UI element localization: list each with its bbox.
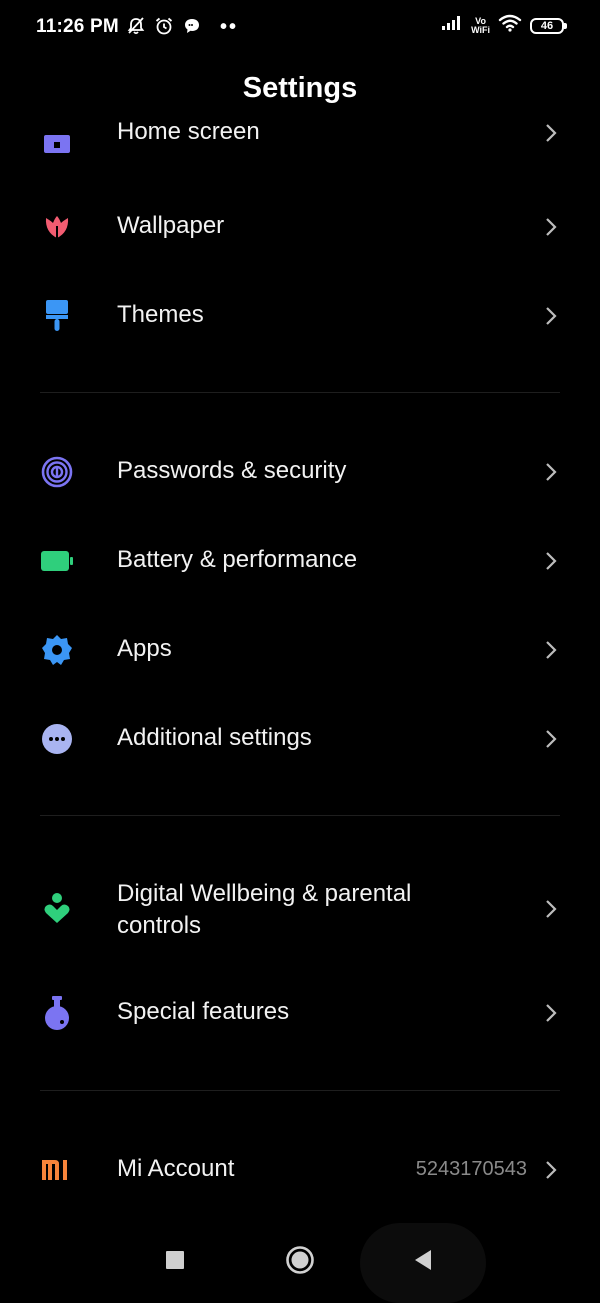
paint-brush-icon (40, 299, 74, 333)
settings-item-home-screen[interactable]: Home screen (0, 110, 600, 160)
chevron-right-icon (540, 728, 562, 750)
settings-item-label-line2: controls (117, 912, 202, 939)
home-button[interactable] (260, 1225, 340, 1300)
group-divider (40, 1090, 560, 1091)
vowifi-indicator: Vo WiFi (471, 16, 490, 35)
chevron-right-icon (540, 898, 562, 920)
settings-item-label: Themes (117, 301, 204, 328)
back-triangle-icon (413, 1249, 433, 1276)
chevron-right-icon (540, 639, 562, 661)
chevron-right-icon (540, 461, 562, 483)
chevron-right-icon (540, 122, 562, 144)
cellular-signal-icon (441, 15, 463, 36)
settings-item-themes[interactable]: Themes (0, 289, 600, 343)
settings-list[interactable]: Home screen Wallpaper Themes Passwords &… (0, 110, 600, 1210)
battery-level: 46 (540, 19, 554, 32)
fingerprint-icon (40, 455, 74, 489)
navigation-bar (0, 1223, 600, 1303)
status-notification-icons (126, 16, 202, 36)
chevron-right-icon (540, 305, 562, 327)
vowifi-line2: WiFi (471, 24, 490, 35)
mi-account-id: 5243170543 (415, 1158, 527, 1180)
recents-square-icon (165, 1250, 185, 1275)
page-title: Settings (242, 72, 358, 104)
muted-bell-icon (126, 16, 146, 36)
alarm-icon (154, 16, 174, 36)
chat-bubble-icon (182, 16, 202, 36)
settings-item-label: Wallpaper (117, 212, 225, 239)
chevron-right-icon (540, 1159, 562, 1181)
settings-item-label: Additional settings (117, 724, 312, 751)
status-time: 11:26 PM (36, 16, 119, 37)
recents-button[interactable] (135, 1225, 215, 1300)
group-divider (40, 815, 560, 816)
chevron-right-icon (540, 1002, 562, 1024)
settings-item-digital-wellbeing[interactable]: Digital Wellbeing & parental controls (0, 870, 600, 950)
wellbeing-heart-icon (40, 892, 74, 926)
tulip-icon (40, 210, 74, 244)
more-notifications-dots: •• (220, 16, 239, 38)
battery-indicator: 46 (530, 17, 567, 34)
chevron-right-icon (540, 550, 562, 572)
settings-item-label: Digital Wellbeing & parental controls (117, 878, 411, 942)
chevron-right-icon (540, 216, 562, 238)
settings-item-label-line1: Digital Wellbeing & parental (117, 880, 412, 907)
mi-logo-icon (40, 1153, 74, 1187)
settings-item-label: Apps (117, 635, 172, 662)
settings-item-special-features[interactable]: Special features (0, 986, 600, 1040)
status-system-icons: Vo WiFi 46 (441, 14, 567, 37)
settings-item-wallpaper[interactable]: Wallpaper (0, 200, 600, 254)
gear-icon (40, 633, 74, 667)
settings-item-label: Mi Account (117, 1155, 235, 1182)
settings-item-passwords-security[interactable]: Passwords & security (0, 445, 600, 499)
settings-item-label: Passwords & security (117, 457, 347, 484)
group-divider (40, 392, 560, 393)
flask-icon (40, 996, 74, 1030)
wifi-icon (498, 14, 522, 37)
settings-item-label: Battery & performance (117, 546, 358, 573)
settings-item-apps[interactable]: Apps (0, 623, 600, 677)
settings-item-battery-performance[interactable]: Battery & performance (0, 534, 600, 588)
home-circle-icon (285, 1245, 315, 1280)
home-screen-icon (40, 128, 74, 162)
more-dots-icon (40, 722, 74, 756)
settings-item-additional-settings[interactable]: Additional settings (0, 712, 600, 766)
settings-item-mi-account[interactable]: Mi Account 5243170543 (0, 1143, 600, 1197)
battery-icon (40, 544, 74, 578)
settings-item-label: Special features (117, 998, 290, 1025)
status-bar: 11:26 PM •• Vo WiFi 46 (0, 0, 600, 56)
settings-item-label: Home screen (117, 118, 260, 145)
back-button[interactable] (383, 1225, 463, 1300)
